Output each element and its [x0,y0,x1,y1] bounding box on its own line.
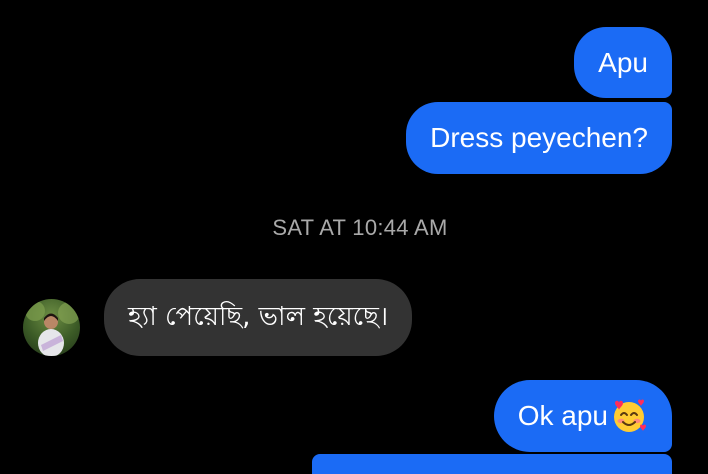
outgoing-message-bubble-partial[interactable] [312,454,672,474]
timestamp-divider: SAT AT 10:44 AM [272,215,448,240]
outgoing-message-bubble[interactable]: Ok apu [493,380,672,452]
message-text: Dress peyechen? [430,122,648,153]
outgoing-message-bubble[interactable]: Apu [574,27,672,98]
message-text: Apu [598,46,648,78]
smiling-face-with-hearts-icon [610,397,648,435]
outgoing-message-bubble[interactable]: Dress peyechen? [406,102,672,174]
contact-avatar[interactable] [23,299,80,356]
message-text: Ok apu [517,400,608,431]
avatar-photo-icon [25,301,80,356]
message-text: হ্যা পেয়েছি, ভাল হয়েছে। [128,301,389,332]
incoming-message-bubble[interactable]: হ্যা পেয়েছি, ভাল হয়েছে। [104,279,413,356]
